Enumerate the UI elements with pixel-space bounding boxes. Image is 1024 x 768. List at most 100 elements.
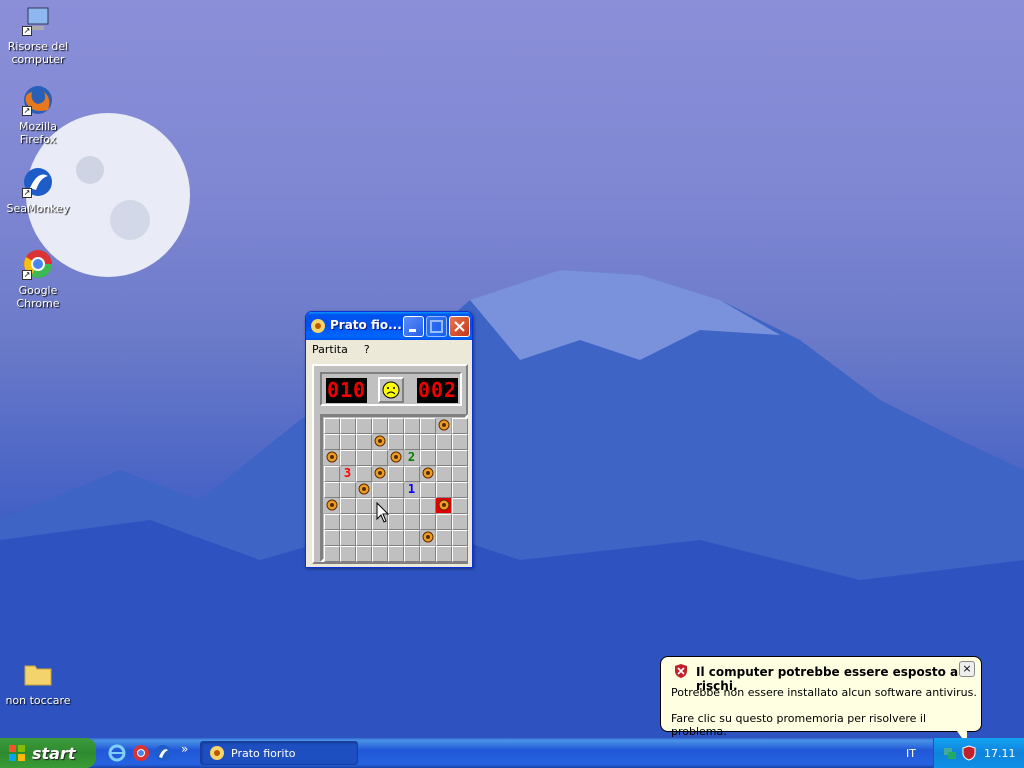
taskbar-button-minesweeper[interactable]: Prato fiorito bbox=[200, 741, 358, 765]
mine-cell[interactable] bbox=[340, 418, 356, 434]
mine-cell[interactable] bbox=[324, 466, 340, 482]
quicklaunch-more-icon[interactable]: » bbox=[181, 742, 188, 756]
desktop-icon-folder[interactable]: non toccare bbox=[0, 658, 76, 707]
mine-cell[interactable] bbox=[420, 546, 436, 562]
mine-cell[interactable] bbox=[372, 466, 388, 482]
mine-cell[interactable] bbox=[324, 530, 340, 546]
chrome-quicklaunch-icon[interactable] bbox=[132, 744, 150, 762]
mine-cell[interactable] bbox=[420, 514, 436, 530]
mine-cell[interactable] bbox=[404, 418, 420, 434]
mine-cell[interactable] bbox=[388, 498, 404, 514]
mine-cell[interactable] bbox=[340, 434, 356, 450]
mine-cell[interactable] bbox=[452, 466, 468, 482]
mine-cell[interactable] bbox=[356, 530, 372, 546]
mine-cell[interactable] bbox=[356, 514, 372, 530]
mine-cell[interactable] bbox=[340, 482, 356, 498]
mine-cell[interactable] bbox=[436, 434, 452, 450]
mine-cell[interactable] bbox=[404, 498, 420, 514]
mine-cell[interactable]: 2 bbox=[404, 450, 420, 466]
mine-cell[interactable] bbox=[324, 498, 340, 514]
mine-cell[interactable]: 1 bbox=[404, 482, 420, 498]
mine-cell[interactable] bbox=[388, 434, 404, 450]
internet-explorer-icon[interactable] bbox=[108, 744, 126, 762]
desktop-icon-chrome[interactable]: ↗ Google Chrome bbox=[0, 248, 76, 310]
mine-cell[interactable] bbox=[388, 418, 404, 434]
menu-partita[interactable]: Partita bbox=[312, 343, 348, 356]
mine-cell[interactable] bbox=[404, 466, 420, 482]
mine-cell[interactable] bbox=[356, 450, 372, 466]
mine-cell[interactable] bbox=[340, 498, 356, 514]
mine-cell[interactable] bbox=[388, 450, 404, 466]
desktop-icon-my-computer[interactable]: ↗ Risorse del computer bbox=[0, 4, 76, 66]
mine-cell[interactable] bbox=[356, 466, 372, 482]
mine-cell[interactable] bbox=[340, 514, 356, 530]
mine-cell[interactable] bbox=[372, 434, 388, 450]
desktop-icon-seamonkey[interactable]: ↗ SeaMonkey bbox=[0, 166, 76, 215]
mine-cell[interactable] bbox=[340, 546, 356, 562]
mine-cell[interactable] bbox=[452, 514, 468, 530]
mine-cell[interactable] bbox=[452, 418, 468, 434]
mine-cell[interactable] bbox=[436, 546, 452, 562]
maximize-button[interactable] bbox=[426, 316, 447, 337]
language-indicator[interactable]: IT bbox=[906, 747, 916, 760]
mine-cell[interactable] bbox=[420, 466, 436, 482]
mine-cell[interactable] bbox=[452, 450, 468, 466]
mine-cell[interactable] bbox=[372, 482, 388, 498]
minesweeper-window[interactable]: Prato fio... Partita ? 010 002 2 3 1 bbox=[305, 311, 473, 568]
mine-cell[interactable] bbox=[436, 514, 452, 530]
mine-cell[interactable] bbox=[404, 514, 420, 530]
mine-cell[interactable] bbox=[452, 530, 468, 546]
mine-cell[interactable] bbox=[356, 482, 372, 498]
seamonkey-quicklaunch-icon[interactable] bbox=[154, 744, 172, 762]
mine-cell[interactable] bbox=[340, 530, 356, 546]
mine-grid[interactable]: 2 3 1 bbox=[324, 418, 468, 562]
minimize-button[interactable] bbox=[403, 316, 424, 337]
mine-field[interactable]: 2 3 1 bbox=[320, 414, 468, 562]
mine-cell[interactable] bbox=[420, 418, 436, 434]
mine-cell[interactable] bbox=[404, 546, 420, 562]
start-button[interactable]: start bbox=[0, 738, 96, 768]
mine-cell[interactable] bbox=[404, 530, 420, 546]
mine-cell[interactable] bbox=[356, 498, 372, 514]
network-icon[interactable] bbox=[942, 745, 958, 761]
mine-cell[interactable] bbox=[452, 434, 468, 450]
mine-cell[interactable] bbox=[420, 530, 436, 546]
mine-cell[interactable] bbox=[388, 546, 404, 562]
clock[interactable]: 17.11 bbox=[984, 747, 1016, 760]
mine-cell[interactable] bbox=[356, 434, 372, 450]
mine-cell[interactable] bbox=[324, 418, 340, 434]
mine-cell[interactable]: 3 bbox=[340, 466, 356, 482]
mine-cell[interactable] bbox=[436, 450, 452, 466]
mine-cell[interactable] bbox=[436, 530, 452, 546]
mine-cell[interactable] bbox=[388, 466, 404, 482]
mine-cell[interactable] bbox=[420, 498, 436, 514]
mine-cell[interactable] bbox=[340, 450, 356, 466]
window-titlebar[interactable]: Prato fio... bbox=[306, 312, 472, 340]
mine-cell[interactable] bbox=[388, 482, 404, 498]
mine-cell[interactable] bbox=[436, 482, 452, 498]
mine-cell[interactable] bbox=[324, 482, 340, 498]
smiley-face-button[interactable] bbox=[378, 377, 404, 403]
desktop-icon-firefox[interactable]: ↗ Mozilla Firefox bbox=[0, 84, 76, 146]
mine-cell[interactable] bbox=[356, 418, 372, 434]
mine-cell[interactable] bbox=[436, 418, 452, 434]
mine-cell[interactable] bbox=[404, 434, 420, 450]
mine-cell[interactable] bbox=[356, 546, 372, 562]
mine-cell[interactable] bbox=[324, 514, 340, 530]
mine-cell[interactable] bbox=[436, 498, 452, 514]
mine-cell[interactable] bbox=[372, 450, 388, 466]
mine-cell[interactable] bbox=[436, 466, 452, 482]
mine-cell[interactable] bbox=[420, 482, 436, 498]
mine-cell[interactable] bbox=[372, 418, 388, 434]
balloon-close-button[interactable]: × bbox=[959, 661, 975, 677]
close-button[interactable] bbox=[449, 316, 470, 337]
security-balloon[interactable]: Il computer potrebbe essere esposto a ri… bbox=[660, 656, 982, 745]
mine-cell[interactable] bbox=[324, 434, 340, 450]
mine-cell[interactable] bbox=[420, 450, 436, 466]
mine-cell[interactable] bbox=[420, 434, 436, 450]
mine-cell[interactable] bbox=[388, 514, 404, 530]
mine-cell[interactable] bbox=[324, 450, 340, 466]
mine-cell[interactable] bbox=[372, 530, 388, 546]
mine-cell[interactable] bbox=[452, 482, 468, 498]
mine-cell[interactable] bbox=[388, 530, 404, 546]
